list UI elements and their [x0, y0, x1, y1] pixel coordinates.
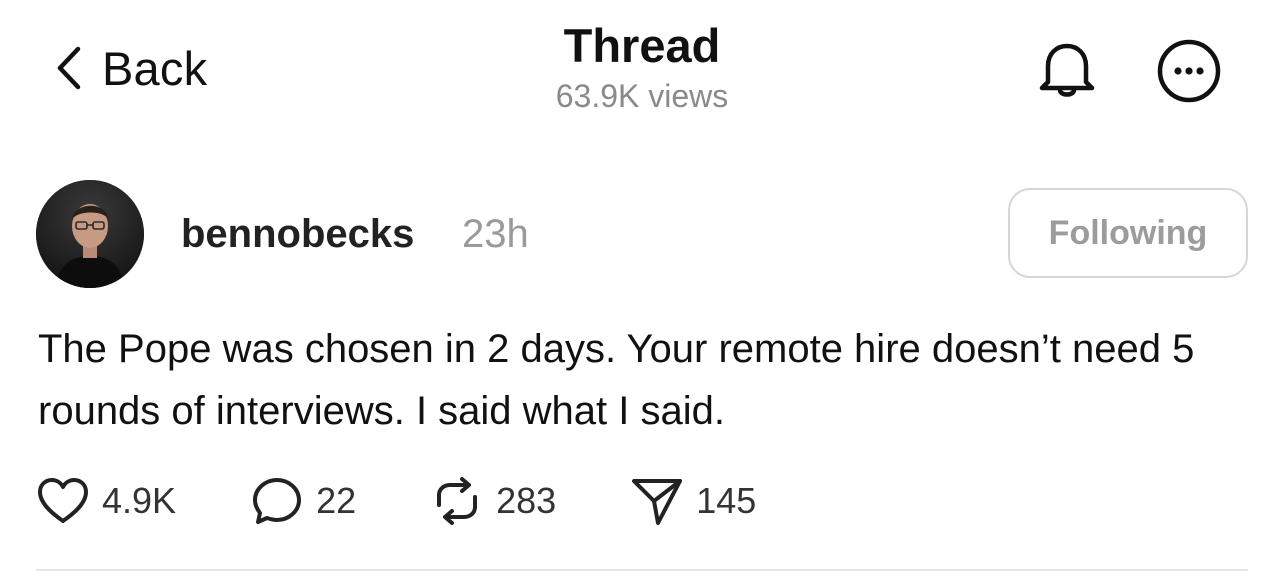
reply-count: 22	[316, 480, 357, 521]
title-block: Thread 63.9K views	[442, 18, 842, 116]
share-button[interactable]: 145	[630, 475, 756, 527]
bell-icon[interactable]	[1034, 38, 1100, 100]
author-username[interactable]: bennobecks	[181, 208, 414, 260]
following-button[interactable]: Following	[1008, 188, 1248, 278]
like-button[interactable]: 4.9K	[36, 476, 176, 526]
repost-button[interactable]: 283	[430, 475, 556, 527]
avatar[interactable]	[36, 180, 144, 288]
divider	[36, 569, 1248, 571]
top-bar: Back Thread 63.9K views	[0, 0, 1284, 130]
send-icon	[630, 475, 684, 527]
share-count: 145	[696, 480, 757, 521]
heart-icon	[36, 476, 90, 526]
more-options-icon[interactable]	[1156, 38, 1222, 103]
post-text: The Pope was chosen in 2 days. Your remo…	[38, 327, 1195, 433]
reply-button[interactable]: 22	[250, 476, 356, 526]
back-label: Back	[102, 41, 208, 95]
like-count: 4.9K	[102, 480, 177, 521]
view-count: 63.9K views	[555, 78, 729, 114]
repost-icon	[430, 475, 484, 527]
chevron-left-icon	[54, 45, 82, 91]
comment-icon	[250, 476, 304, 526]
page-title: Thread	[563, 19, 721, 72]
repost-count: 283	[496, 480, 557, 521]
post-actions: 4.9K 22 283 145	[36, 470, 756, 532]
post-timestamp: 23h	[462, 212, 529, 256]
back-button[interactable]: Back	[54, 38, 207, 98]
